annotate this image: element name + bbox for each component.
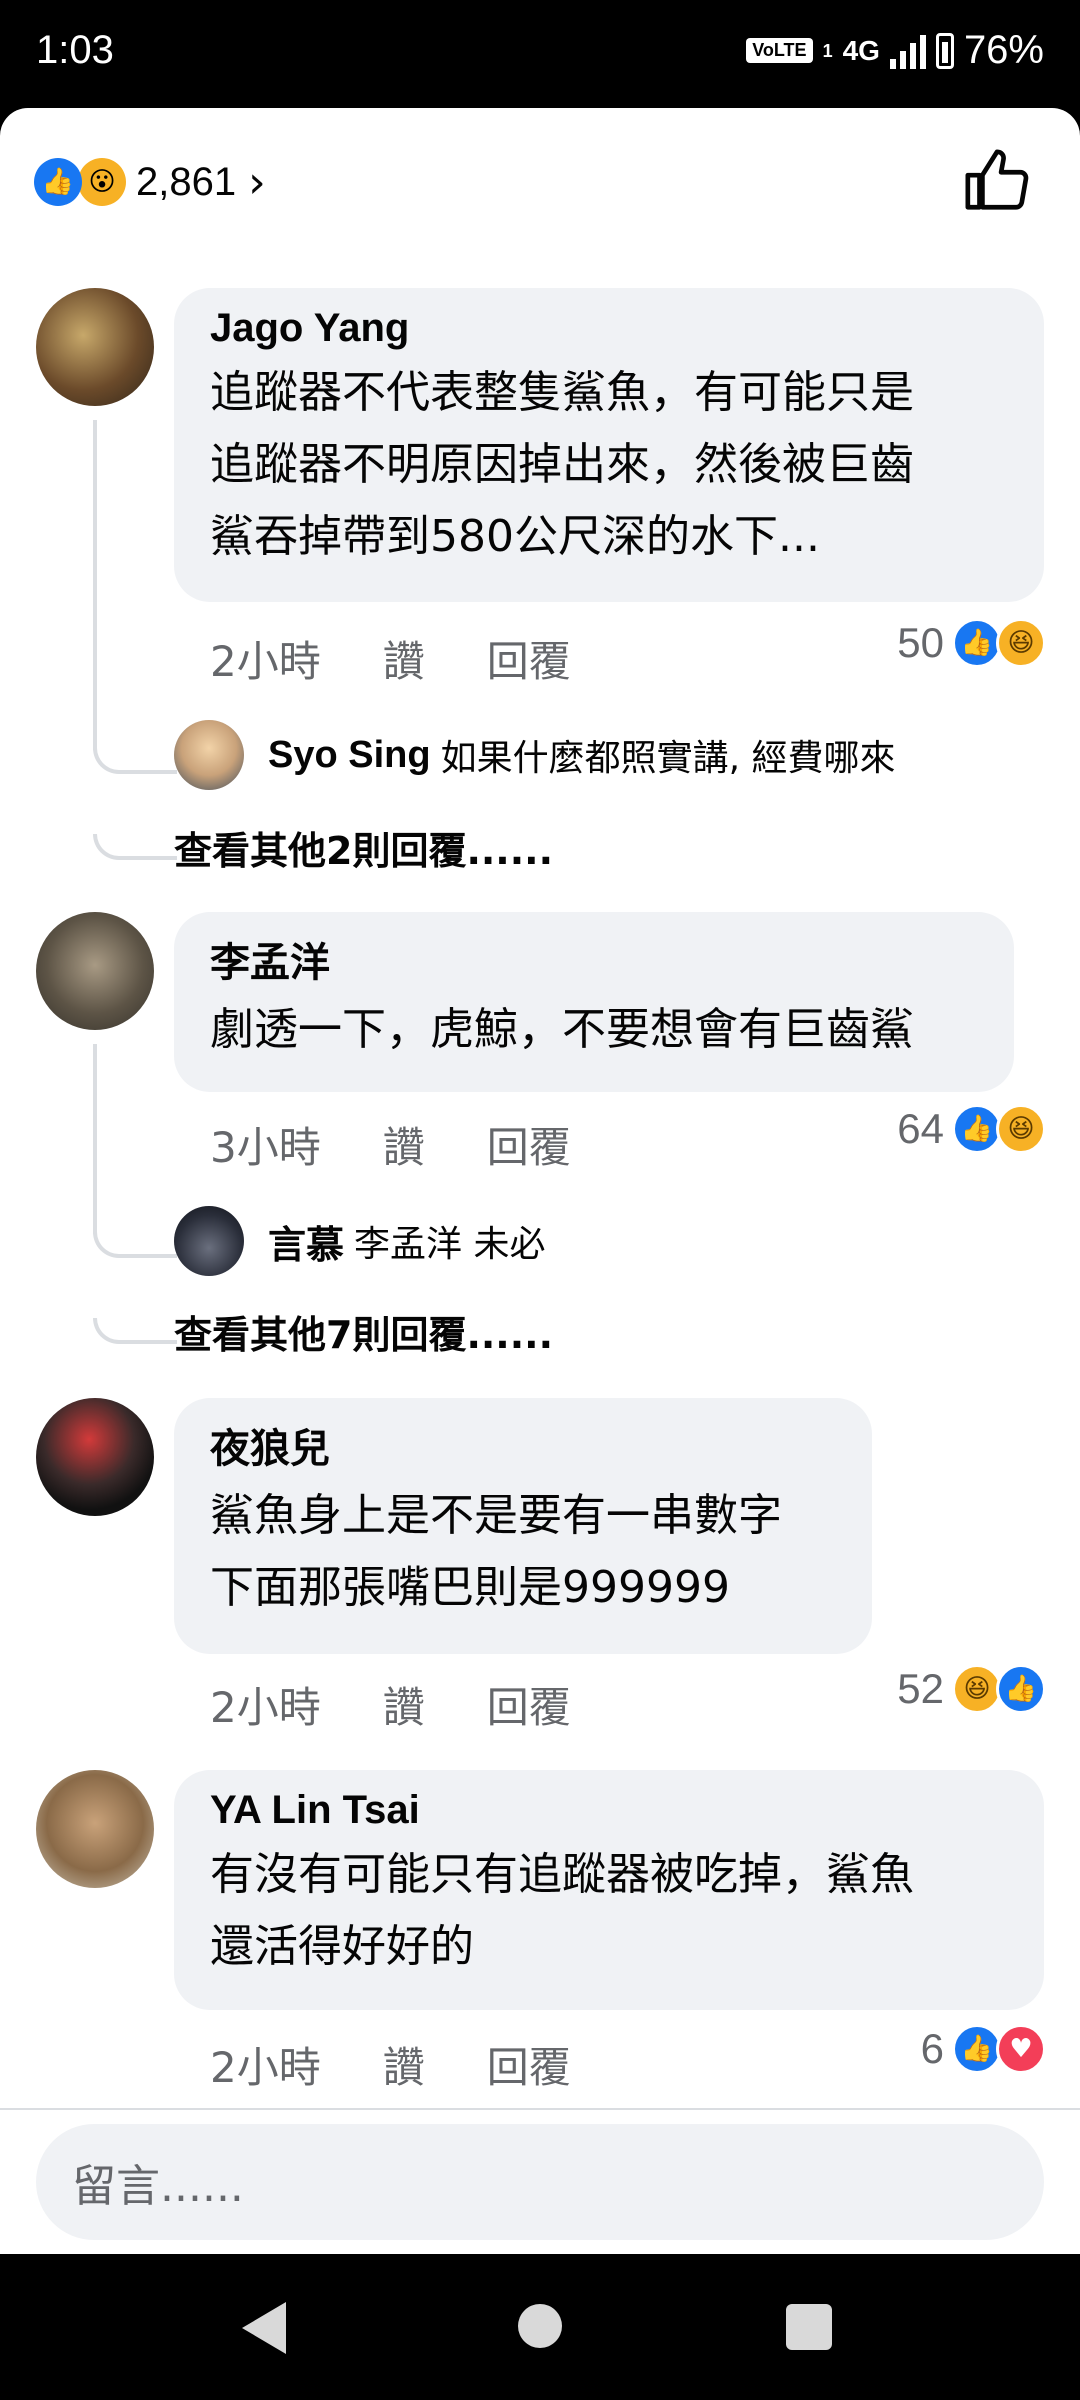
comment-reactions[interactable]: 6 👍 ♥ <box>921 2024 1046 2074</box>
commenter-name[interactable]: 李孟洋 <box>210 930 978 988</box>
view-more-replies-link[interactable]: 查看其他2則回覆...... <box>174 820 553 875</box>
haha-icon: 😆 <box>996 1104 1046 1154</box>
avatar[interactable] <box>36 1398 154 1516</box>
comment-actions: 2小時 讚 回覆 <box>210 2034 571 2095</box>
avatar[interactable] <box>174 1206 244 1276</box>
comment-line: 追蹤器不代表整隻鯊魚，有可能只是 <box>210 367 914 418</box>
comment-reactions[interactable]: 64 👍 😆 <box>897 1104 1046 1154</box>
commenter-name[interactable]: YA Lin Tsai <box>210 1788 1008 1833</box>
comment-bubble[interactable]: Jago Yang 追蹤器不代表整隻鯊魚，有可能只是 追蹤器不明原因掉出來，然後… <box>174 288 1044 602</box>
comment-line: 追蹤器不明原因掉出來，然後被巨齒 <box>210 439 914 490</box>
comment-bubble[interactable]: 李孟洋 劇透一下，虎鯨，不要想會有巨齒鯊 <box>174 912 1014 1092</box>
like-icon: 👍 <box>34 158 82 206</box>
comment-bubble[interactable]: YA Lin Tsai 有沒有可能只有追蹤器被吃掉，鯊魚 還活得好好的 <box>174 1770 1044 2010</box>
reply-author[interactable]: Syo Sing <box>268 734 431 777</box>
reply-preview[interactable]: 言慕 李孟洋 未必 <box>174 1206 545 1276</box>
reply-preview[interactable]: Syo Sing 如果什麼都照實講, 經費哪來 <box>174 720 895 790</box>
network-type: 4G <box>842 34 880 66</box>
comment-actions: 2小時 讚 回覆 <box>210 1674 571 1735</box>
thread-line <box>93 1044 97 1234</box>
comment-reactions[interactable]: 50 👍 😆 <box>897 618 1046 668</box>
comment-reaction-count: 50 <box>897 619 944 666</box>
avatar[interactable] <box>36 912 154 1030</box>
reactions-summary[interactable]: 👍 😮 2,861 › <box>34 150 266 214</box>
reply-text: 如果什麼都照實講, 經費哪來 <box>440 738 896 779</box>
comment-text: 有沒有可能只有追蹤器被吃掉，鯊魚 還活得好好的 <box>210 1839 1008 1983</box>
comment-actions: 2小時 讚 回覆 <box>210 628 571 689</box>
reply-button[interactable]: 回覆 <box>487 628 571 689</box>
system-nav-bar <box>0 2254 1080 2400</box>
thread-connector <box>93 1232 177 1258</box>
reply-button[interactable]: 回覆 <box>487 2034 571 2095</box>
commenter-name[interactable]: Jago Yang <box>210 306 1008 351</box>
like-icon: 👍 <box>952 1104 1002 1154</box>
comment-reaction-count: 64 <box>897 1105 944 1152</box>
comment-line: 鯊魚身上是不是要有一串數字 <box>210 1490 782 1541</box>
signal-icon <box>889 33 926 69</box>
home-icon[interactable] <box>518 2304 562 2348</box>
back-icon[interactable] <box>242 2302 286 2354</box>
haha-icon: 😆 <box>952 1664 1002 1714</box>
comment-reactions[interactable]: 52 😆 👍 <box>897 1664 1046 1714</box>
comment-line: 有沒有可能只有追蹤器被吃掉，鯊魚 <box>210 1849 914 1900</box>
reply-button[interactable]: 回覆 <box>487 1114 571 1175</box>
like-icon: 👍 <box>952 2024 1002 2074</box>
wow-icon: 😮 <box>78 158 126 206</box>
comment-time: 2小時 <box>210 2043 321 2092</box>
comment-text: 劇透一下，虎鯨，不要想會有巨齒鯊 <box>210 994 978 1066</box>
comment-text: 鯊魚身上是不是要有一串數字 下面那張嘴巴則是999999 <box>210 1480 836 1624</box>
comment-line: 劇透一下，虎鯨，不要想會有巨齒鯊 <box>210 1004 914 1055</box>
reaction-count: 2,861 <box>136 159 237 204</box>
comment-actions: 3小時 讚 回覆 <box>210 1114 571 1175</box>
sim-indicator: 1 <box>822 40 833 61</box>
comment-line: 還活得好好的 <box>210 1921 474 1972</box>
comment-input[interactable]: 留言...... <box>36 2124 1044 2240</box>
comment-time: 2小時 <box>210 1683 321 1732</box>
comment-reaction-count: 6 <box>920 2025 944 2072</box>
comment-line: 下面那張嘴巴則是999999 <box>210 1562 730 1613</box>
status-bar: 1:03 VoLTE 1 4G 76% <box>0 0 1080 108</box>
status-icons: VoLTE 1 4G 76% <box>746 28 1044 73</box>
commenter-name[interactable]: 夜狼兒 <box>210 1416 836 1474</box>
battery-percent: 76% <box>963 28 1044 72</box>
avatar[interactable] <box>36 1770 154 1888</box>
like-comment-button[interactable]: 讚 <box>383 628 425 689</box>
comment-text: 追蹤器不代表整隻鯊魚，有可能只是 追蹤器不明原因掉出來，然後被巨齒 鯊吞掉帶到5… <box>210 357 1008 573</box>
like-comment-button[interactable]: 讚 <box>383 1674 425 1735</box>
thread-line <box>93 420 97 750</box>
reply-button[interactable]: 回覆 <box>487 1674 571 1735</box>
comments-sheet: 👍 😮 2,861 › Jago Yang 追蹤器不代表整隻鯊魚，有可能只是 追… <box>0 108 1080 2254</box>
comment-reaction-count: 52 <box>897 1665 944 1712</box>
comment-bubble[interactable]: 夜狼兒 鯊魚身上是不是要有一串數字 下面那張嘴巴則是999999 <box>174 1398 872 1654</box>
like-comment-button[interactable]: 讚 <box>383 1114 425 1175</box>
status-time: 1:03 <box>36 28 114 72</box>
haha-icon: 😆 <box>996 618 1046 668</box>
comment-line: 鯊吞掉帶到580公尺深的水下... <box>210 511 820 562</box>
comment-time: 3小時 <box>210 1123 321 1172</box>
thread-connector <box>93 748 177 774</box>
like-icon: 👍 <box>996 1664 1046 1714</box>
reply-text: 李孟洋 未必 <box>354 1224 546 1265</box>
avatar[interactable] <box>36 288 154 406</box>
like-post-button[interactable] <box>962 146 1032 216</box>
recent-apps-icon[interactable] <box>786 2304 832 2350</box>
comment-time: 2小時 <box>210 637 321 686</box>
battery-icon <box>935 32 954 69</box>
love-icon: ♥ <box>996 2024 1046 2074</box>
volte-badge: VoLTE <box>746 38 813 63</box>
avatar[interactable] <box>174 720 244 790</box>
reply-author[interactable]: 言慕 <box>268 1214 344 1269</box>
thread-connector <box>93 834 177 860</box>
view-more-replies-link[interactable]: 查看其他7則回覆...... <box>174 1304 553 1359</box>
comment-input-placeholder: 留言...... <box>72 2161 244 2212</box>
like-comment-button[interactable]: 讚 <box>383 2034 425 2095</box>
like-icon: 👍 <box>952 618 1002 668</box>
chevron-right-icon: › <box>248 156 266 208</box>
thread-connector <box>93 1318 177 1344</box>
divider <box>0 2108 1080 2110</box>
